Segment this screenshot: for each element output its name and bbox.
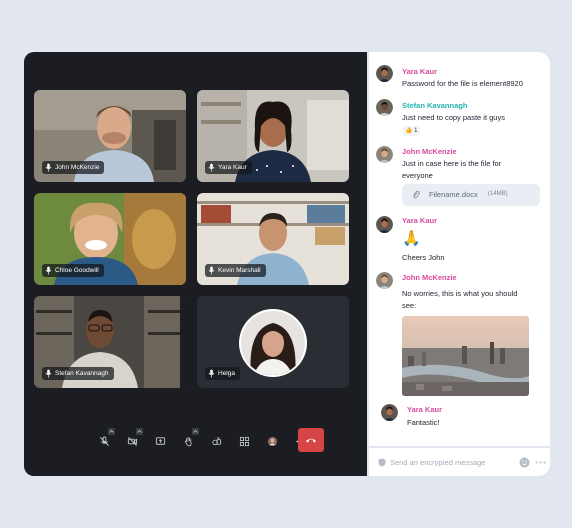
mic-icon <box>45 369 52 378</box>
thumbs-up-icon: 👍 <box>405 128 413 134</box>
shared-image[interactable] <box>402 316 529 396</box>
message-author: Yara Kaur <box>402 216 438 225</box>
participant-name-tag: Kevin Marshall <box>205 264 266 277</box>
reactions-button[interactable] <box>202 428 230 454</box>
message-author: John McKenzie <box>402 273 457 282</box>
video-tile-helga[interactable]: Helga <box>197 296 349 388</box>
participant-name-tag: Chloe Goodwill <box>42 264 104 277</box>
message-composer[interactable]: Send an encrypted message <box>369 446 550 476</box>
message-input-placeholder: Send an encrypted message <box>390 458 486 467</box>
reaction-count: 1 <box>414 128 418 134</box>
video-tile-yara[interactable]: Yara Kaur <box>197 90 349 182</box>
shield-icon <box>378 458 386 467</box>
participant-name-tag: Helga <box>205 367 240 380</box>
share-screen-button[interactable] <box>146 428 174 454</box>
reactions-icon <box>211 436 221 445</box>
mic-icon <box>208 163 215 172</box>
message-text: everyone <box>402 171 433 180</box>
more-icon[interactable] <box>535 461 546 464</box>
mute-mic-icon <box>99 435 109 446</box>
camera-toggle-button[interactable] <box>118 428 146 454</box>
avatar-icon <box>267 436 277 446</box>
video-tile-john[interactable]: John McKenzie <box>34 90 186 182</box>
participant-name: Helga <box>218 370 235 377</box>
video-tile-chloe[interactable]: Chloe Goodwill <box>34 193 186 285</box>
avatar <box>381 404 398 421</box>
camera-options-caret[interactable] <box>136 428 143 435</box>
emoji-icon[interactable] <box>519 457 530 468</box>
video-tile-stefan[interactable]: Stefan Kavannagh <box>34 296 186 388</box>
mic-icon <box>45 163 52 172</box>
raise-hand-button[interactable] <box>174 428 202 454</box>
participant-name: Stefan Kavannagh <box>55 370 109 377</box>
call-controls-bar <box>90 428 324 454</box>
mic-icon <box>208 266 215 275</box>
camera-off-icon <box>127 436 137 446</box>
message-text: Cheers John <box>402 253 445 262</box>
reaction-badge[interactable]: 👍 1 <box>403 126 420 136</box>
participant-name: Yara Kaur <box>218 164 247 171</box>
participant-name-tag: Yara Kaur <box>205 161 252 174</box>
share-screen-icon <box>155 436 165 445</box>
raise-hand-icon <box>184 436 191 446</box>
avatar <box>376 65 393 82</box>
participant-name: Kevin Marshall <box>218 267 261 274</box>
avatar <box>376 272 393 289</box>
app-frame: John McKenzie Yara Kaur Chloe Goodwill K… <box>0 0 572 528</box>
participant-name-tag: Stefan Kavannagh <box>42 367 114 380</box>
message-text: Just need to copy paste it guys <box>402 113 505 122</box>
message-author: Stefan Kavannagh <box>402 101 468 110</box>
mic-options-caret[interactable] <box>108 428 115 435</box>
city-photo <box>402 316 529 396</box>
hand-options-caret[interactable] <box>192 428 199 435</box>
message-text: No worries, this is what you should <box>402 289 518 298</box>
video-call-panel: John McKenzie Yara Kaur Chloe Goodwill K… <box>24 52 367 476</box>
message-text: see: <box>402 301 417 310</box>
paperclip-icon <box>412 190 420 199</box>
file-attachment[interactable]: Filename.docx (14MB) <box>402 184 540 206</box>
mute-mic-button[interactable] <box>90 428 118 454</box>
participant-name: John McKenzie <box>55 164 100 171</box>
participant-name: Chloe Goodwill <box>55 267 99 274</box>
avatar <box>376 216 393 233</box>
own-avatar-button[interactable] <box>258 428 286 454</box>
end-call-button[interactable] <box>298 428 324 452</box>
grid-view-button[interactable] <box>230 428 258 454</box>
avatar <box>376 146 393 163</box>
participant-avatar-helga <box>239 309 307 377</box>
mic-icon <box>45 266 52 275</box>
praying-hands-emoji: 🙏 <box>402 230 421 247</box>
message-author: John McKenzie <box>402 147 457 156</box>
participant-name-tag: John McKenzie <box>42 161 105 174</box>
message-text: Fantastic! <box>407 418 440 427</box>
end-call-icon <box>306 438 316 443</box>
message-author: Yara Kaur <box>407 405 443 414</box>
message-author: Yara Kaur <box>402 67 438 76</box>
video-tile-kevin[interactable]: Kevin Marshall <box>197 193 349 285</box>
message-text: Password for the file is element8920 <box>402 79 523 88</box>
file-size: (14MB) <box>488 191 508 197</box>
file-name: Filename.docx <box>429 190 478 199</box>
grid-view-icon <box>239 436 249 446</box>
avatar <box>376 99 393 116</box>
mic-icon <box>208 369 215 378</box>
